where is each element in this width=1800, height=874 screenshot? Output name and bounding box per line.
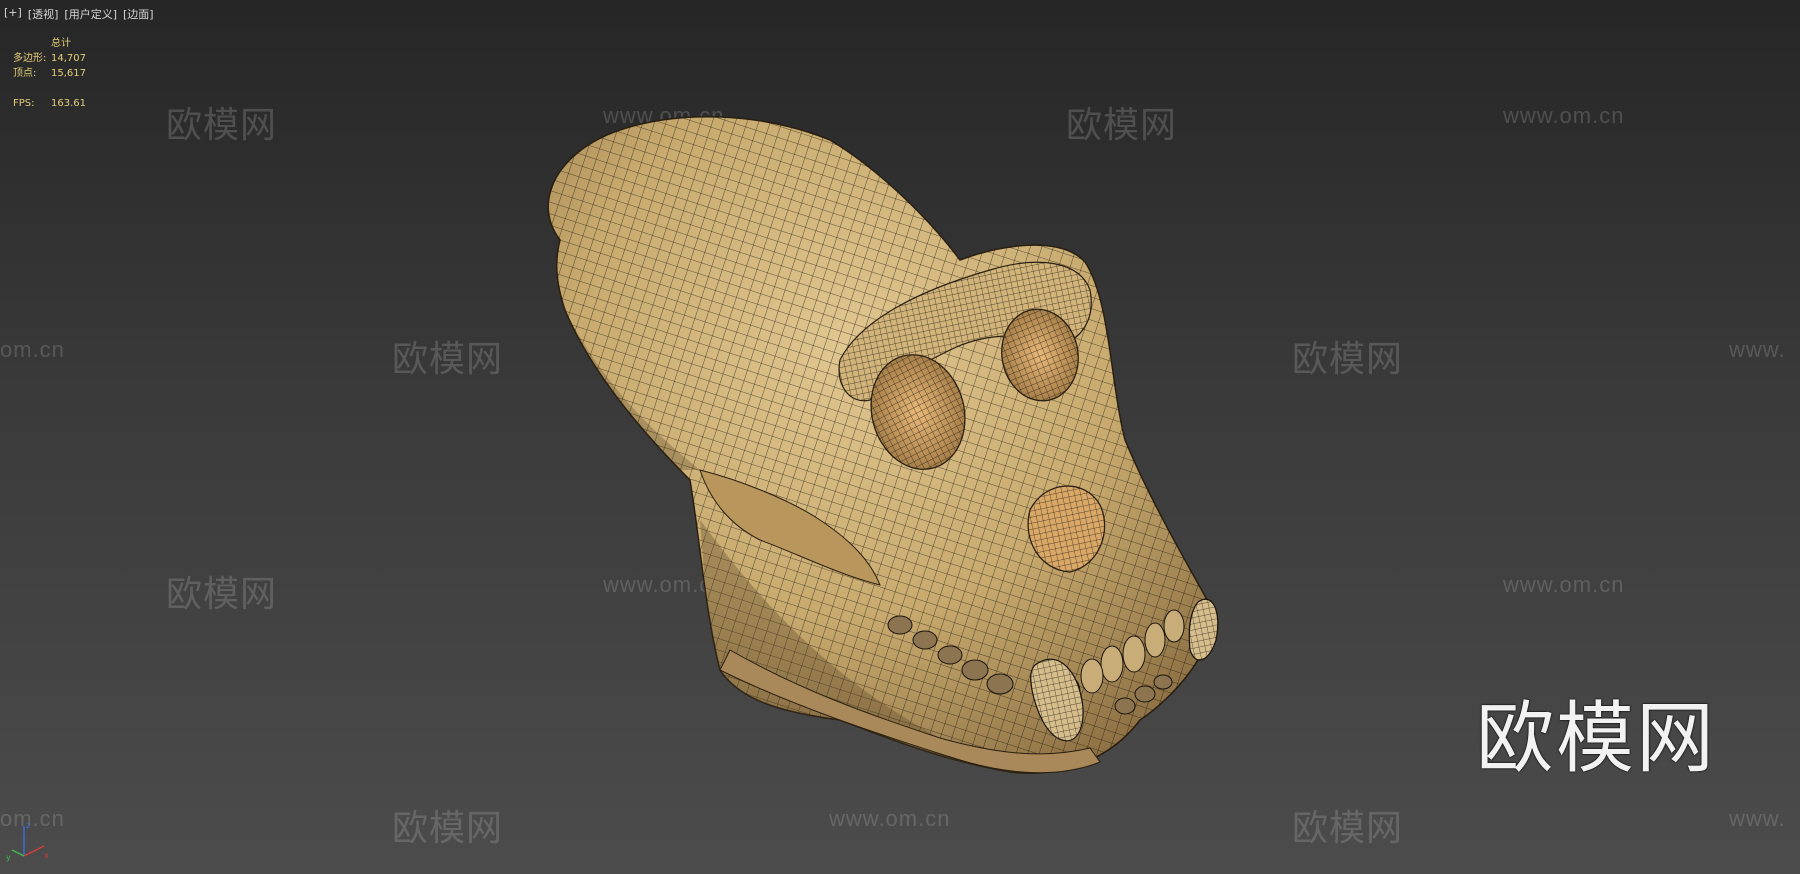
z-axis-label: z (26, 821, 30, 830)
x-axis-label: x (44, 851, 49, 860)
axis-gizmo: x z y (6, 821, 49, 862)
viewport[interactable]: [+] [透视] [用户定义] [边面] 总计 多边形: 14,707 顶点: … (0, 0, 1800, 874)
y-axis-label: y (6, 853, 11, 862)
watermark-brand-large: 欧模网 (1476, 694, 1717, 784)
y-axis (11, 849, 25, 857)
x-axis (23, 845, 45, 857)
